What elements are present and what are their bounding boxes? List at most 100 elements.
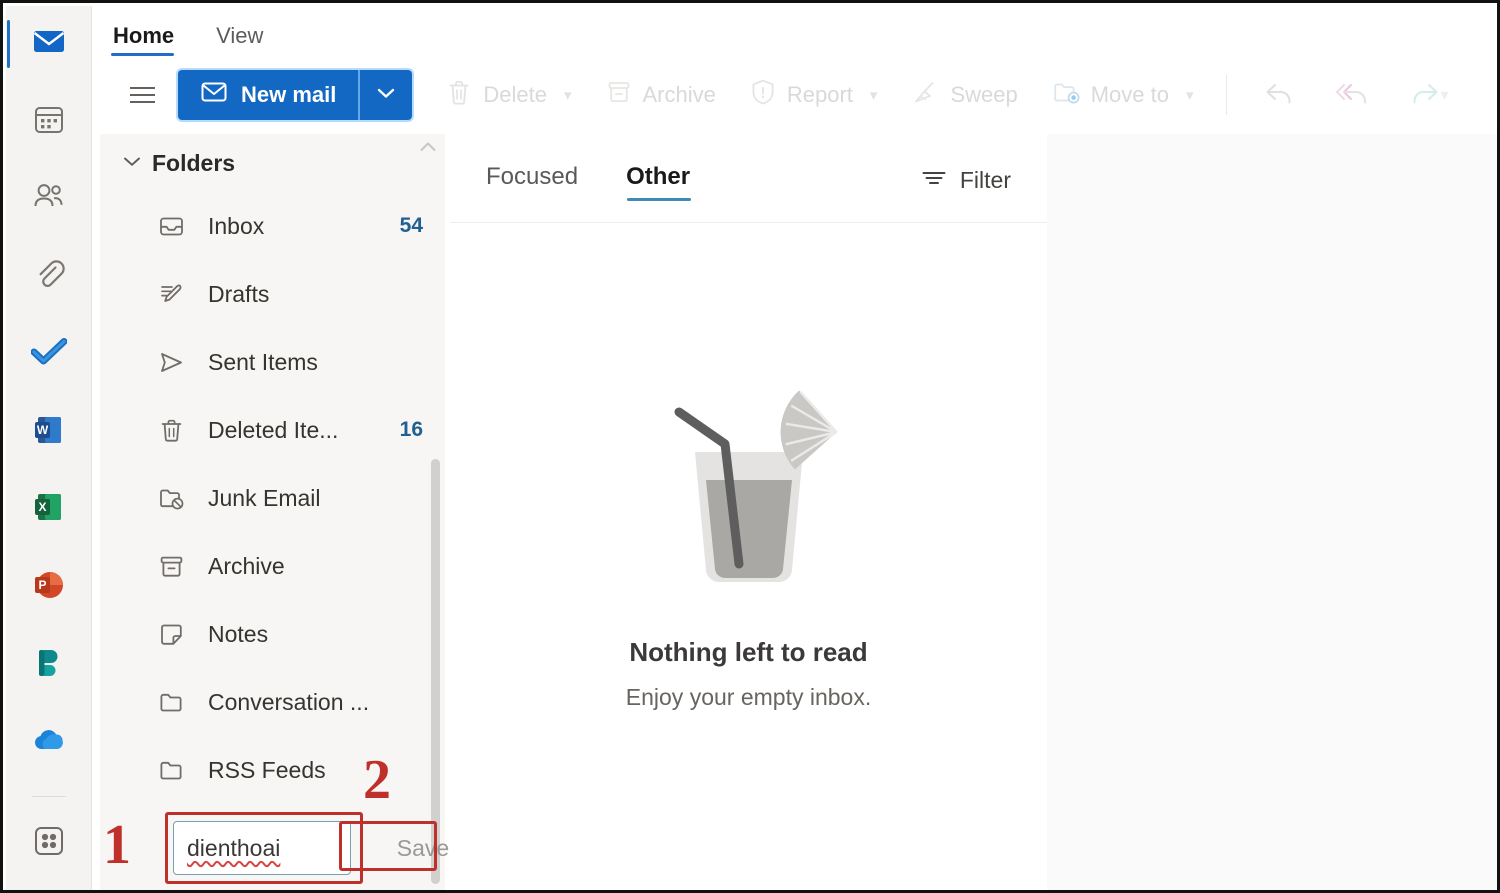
reply-icon: [1263, 79, 1297, 112]
pivot-other[interactable]: Other: [626, 163, 692, 201]
tab-home-label: Home: [113, 23, 175, 48]
mail-app-icon: [31, 23, 67, 64]
chevron-down-icon[interactable]: ▾: [1441, 85, 1449, 105]
trash-icon: [158, 417, 192, 444]
folder-item-notes[interactable]: Notes: [100, 600, 445, 668]
forward-icon: [1407, 79, 1441, 112]
reply-all-icon: [1333, 79, 1371, 112]
tab-view[interactable]: View: [212, 23, 279, 56]
folder-item-inbox[interactable]: Inbox 54: [100, 192, 445, 260]
hamburger-menu-icon[interactable]: [122, 75, 162, 115]
delete-label: Delete: [483, 82, 547, 107]
chevron-down-icon: [376, 86, 396, 105]
envelope-icon: [200, 78, 228, 112]
archive-icon: [158, 553, 192, 580]
folder-item-conversation-history[interactable]: Conversation ...: [100, 668, 445, 736]
rail-item-onedrive[interactable]: [21, 715, 77, 771]
move-to-icon: [1052, 79, 1080, 112]
folder-item-archive[interactable]: Archive: [100, 532, 445, 600]
reply-button[interactable]: [1263, 79, 1297, 112]
drink-glass-illustration: [649, 368, 849, 601]
junk-folder-icon: [158, 485, 192, 512]
folders-group-header[interactable]: Folders: [100, 134, 445, 192]
apps-grid-icon: [33, 825, 65, 862]
svg-text:P: P: [38, 578, 46, 592]
message-list-header: Focused Other Filter: [450, 142, 1047, 223]
rail-item-attachments[interactable]: [21, 249, 77, 305]
new-folder-name-input[interactable]: dienthoai: [173, 821, 351, 875]
archive-icon: [606, 79, 632, 111]
empty-state-title: Nothing left to read: [629, 636, 868, 667]
new-folder-creation-row: dienthoai Save: [100, 813, 449, 883]
save-button-label: Save: [396, 834, 450, 861]
rail-item-loop[interactable]: [21, 637, 77, 693]
rail-item-mail[interactable]: [6, 16, 77, 72]
filter-label: Filter: [959, 166, 1011, 193]
folder-label: Archive: [208, 552, 285, 579]
todo-app-icon: [30, 337, 67, 372]
folder-item-junk-email[interactable]: Junk Email: [100, 464, 445, 532]
rail-item-word[interactable]: W: [21, 404, 77, 460]
folders-header-label: Folders: [152, 149, 236, 176]
rail-item-apps[interactable]: [21, 815, 77, 871]
inbox-icon: [158, 213, 192, 240]
folder-count: 16: [399, 418, 423, 441]
message-list-pane: Focused Other Filter Nothing left to rea…: [450, 142, 1047, 890]
chevron-down-icon[interactable]: ▾: [564, 86, 572, 104]
word-app-icon: W: [32, 413, 66, 452]
loop-app-icon: [33, 646, 65, 683]
sweep-button[interactable]: Sweep: [911, 79, 1018, 112]
chevron-down-icon[interactable]: ▾: [870, 86, 878, 104]
folder-label: Deleted Ite...: [208, 416, 339, 443]
folder-label: Inbox: [208, 212, 265, 239]
folder-label: Drafts: [208, 280, 270, 307]
folder-item-deleted-items[interactable]: Deleted Ite... 16: [100, 396, 445, 464]
filter-button[interactable]: Filter: [921, 167, 1011, 198]
move-to-button[interactable]: Move to ▾: [1052, 79, 1194, 112]
rail-item-powerpoint[interactable]: P: [21, 559, 77, 615]
rail-item-people[interactable]: [21, 171, 77, 227]
annotation-number-2: 2: [363, 749, 391, 811]
folder-label: Conversation ...: [208, 688, 370, 715]
folder-pane: Folders Inbox 54 Drafts Sent Items Delet…: [100, 134, 445, 890]
archive-button[interactable]: Archive: [606, 79, 716, 111]
chevron-down-icon[interactable]: ▾: [1186, 86, 1194, 104]
command-bar: New mail Delete ▾ Archive Report ▾ Sweep…: [100, 56, 1497, 134]
report-button[interactable]: Report ▾: [750, 78, 878, 112]
tab-home[interactable]: Home: [109, 23, 190, 56]
folder-item-drafts[interactable]: Drafts: [100, 260, 445, 328]
reply-all-button[interactable]: [1333, 79, 1371, 112]
rail-item-todo[interactable]: [21, 327, 77, 383]
sweep-label: Sweep: [950, 82, 1018, 107]
svg-text:W: W: [36, 423, 48, 437]
folder-item-rss-feeds[interactable]: RSS Feeds: [100, 736, 445, 804]
rail-item-calendar[interactable]: [21, 94, 77, 150]
delete-button[interactable]: Delete ▾: [446, 79, 572, 112]
chevron-down-icon[interactable]: [122, 153, 152, 173]
move-to-label: Move to: [1090, 82, 1169, 107]
new-mail-dropdown-button[interactable]: [360, 70, 413, 120]
rail-item-excel[interactable]: X: [21, 482, 77, 538]
filter-icon: [921, 167, 947, 194]
send-icon: [158, 349, 192, 376]
pivot-other-label: Other: [626, 163, 691, 190]
tab-view-label: View: [216, 23, 264, 48]
forward-button[interactable]: ▾: [1407, 79, 1449, 112]
folder-icon: [158, 689, 192, 716]
onedrive-app-icon: [30, 727, 68, 758]
folder-count: 54: [399, 214, 423, 237]
new-mail-button[interactable]: New mail: [178, 70, 361, 120]
report-label: Report: [786, 82, 853, 107]
powerpoint-app-icon: P: [32, 568, 66, 607]
archive-label: Archive: [642, 82, 716, 107]
report-icon: [750, 78, 776, 112]
reading-pane: [1047, 134, 1497, 890]
app-rail: W X P: [6, 6, 92, 890]
note-icon: [158, 621, 192, 648]
folder-icon: [158, 757, 192, 784]
folder-item-sent-items[interactable]: Sent Items: [100, 328, 445, 396]
drafts-pencil-icon: [158, 281, 192, 308]
new-mail-split-button: New mail: [178, 70, 413, 120]
new-folder-input-value: dienthoai: [187, 834, 281, 861]
pivot-focused[interactable]: Focused: [486, 163, 578, 201]
